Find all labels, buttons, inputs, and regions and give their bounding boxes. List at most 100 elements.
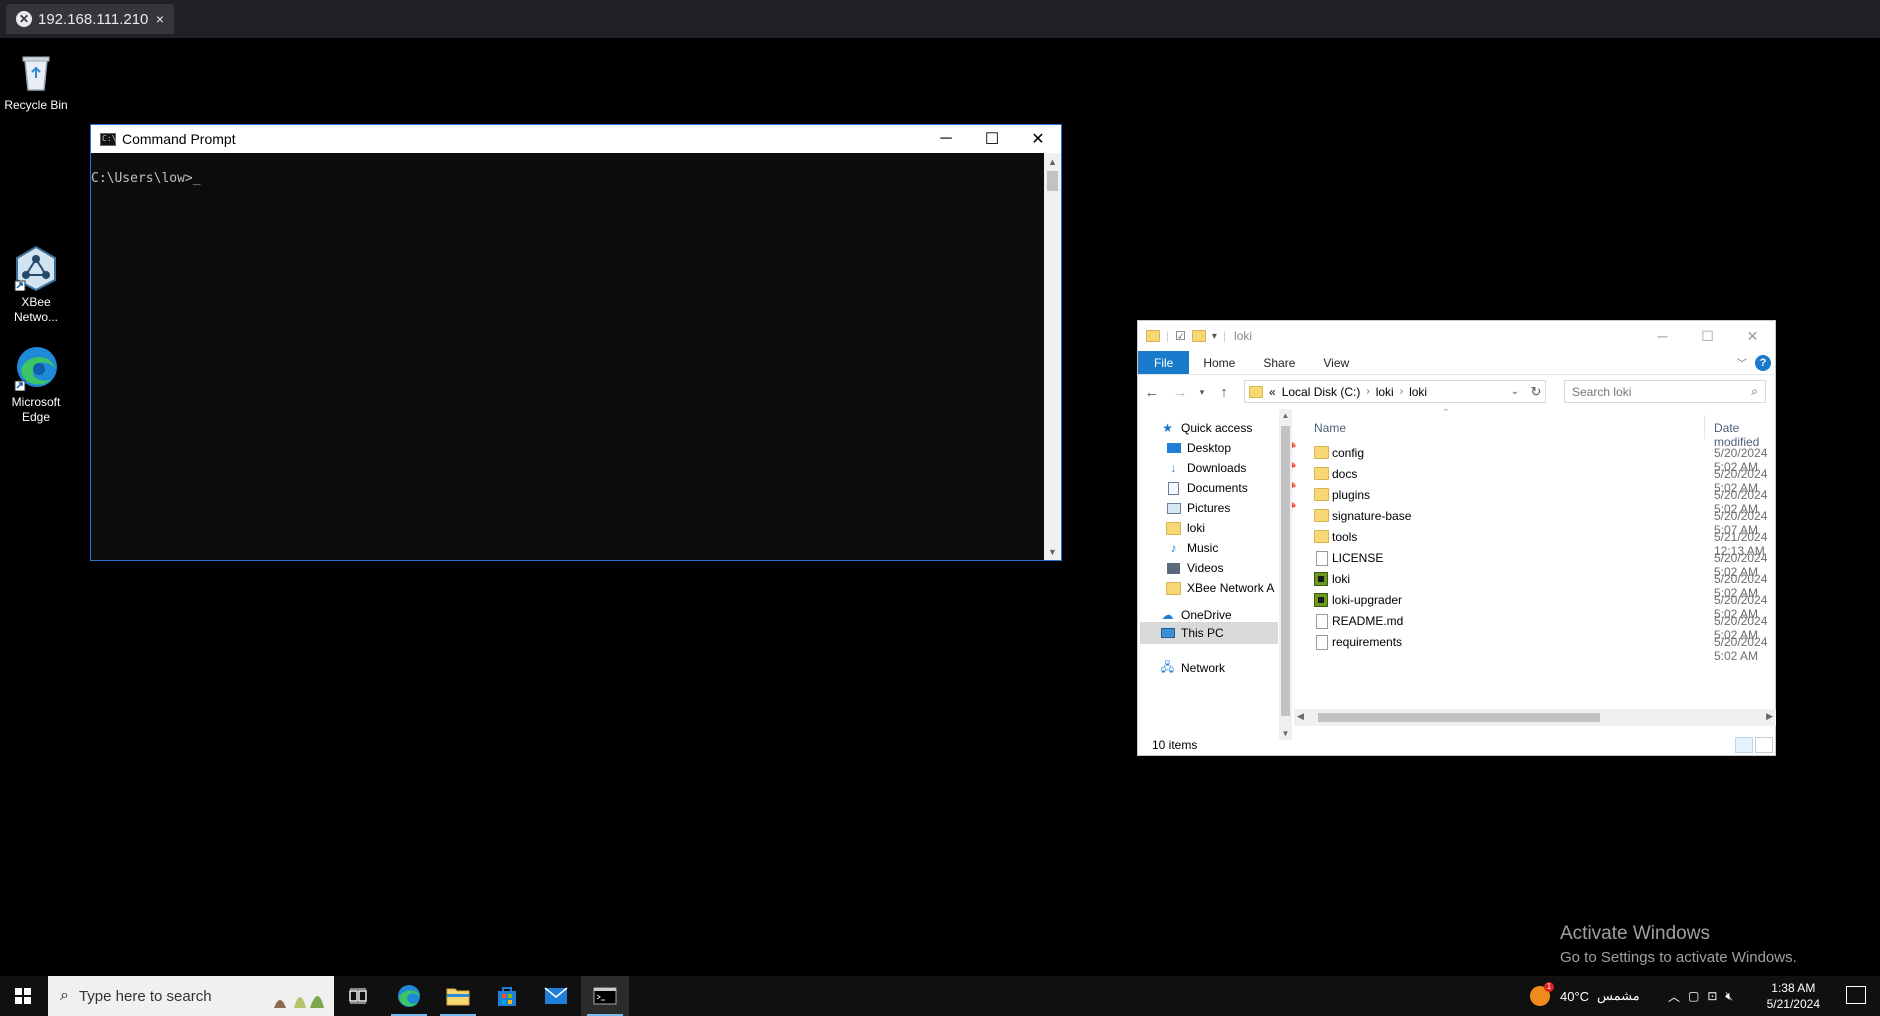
nav-item-xbee[interactable]: XBee Network A bbox=[1166, 578, 1274, 598]
nav-item-pictures[interactable]: Pictures 📌 bbox=[1166, 498, 1296, 518]
scroll-right-icon[interactable]: ▶ bbox=[1766, 711, 1773, 722]
cmd-title-bar[interactable]: C:\ Command Prompt ─ ☐ ✕ bbox=[91, 125, 1061, 153]
taskbar-cmd-button[interactable] bbox=[581, 976, 629, 1016]
documents-icon bbox=[1166, 481, 1181, 495]
breadcrumb-loki-1[interactable]: loki bbox=[1376, 385, 1394, 399]
nav-pane-scrollbar[interactable]: ▲ ▼ bbox=[1279, 409, 1292, 740]
start-button[interactable] bbox=[0, 976, 46, 1016]
large-icons-view-icon[interactable] bbox=[1755, 737, 1773, 753]
folder-icon bbox=[1314, 530, 1329, 543]
scroll-up-icon[interactable]: ▲ bbox=[1044, 153, 1061, 170]
file-row[interactable]: signature-base5/20/2024 5:07 AMFile fold… bbox=[1294, 506, 1776, 537]
nav-item-downloads[interactable]: ↓ Downloads 📌 bbox=[1166, 458, 1297, 478]
forward-icon[interactable]: → bbox=[1166, 384, 1194, 401]
file-name: LICENSE bbox=[1332, 551, 1384, 565]
volume-muted-icon[interactable]: 🔇︎ bbox=[1725, 989, 1733, 1004]
taskbar-file-explorer-button[interactable] bbox=[434, 976, 482, 1016]
help-icon[interactable]: ? bbox=[1755, 355, 1771, 371]
minimize-button[interactable]: ─ bbox=[923, 125, 969, 153]
meet-now-icon[interactable]: ▢ bbox=[1688, 989, 1699, 1003]
tab-home[interactable]: Home bbox=[1189, 351, 1249, 374]
maximize-button[interactable]: ☐ bbox=[969, 125, 1015, 153]
nav-item-quick-access[interactable]: ★ Quick access bbox=[1160, 418, 1252, 438]
up-icon[interactable]: ↑ bbox=[1210, 384, 1238, 401]
nav-item-music[interactable]: ♪ Music bbox=[1166, 538, 1219, 558]
folder-icon bbox=[1166, 581, 1181, 595]
scroll-thumb[interactable] bbox=[1047, 171, 1058, 191]
search-input[interactable]: Search loki ⌕ bbox=[1564, 380, 1766, 403]
weather-widget[interactable]: 1 40°C مشمس bbox=[1530, 976, 1640, 1016]
desktop-icon-recycle-bin[interactable]: Recycle Bin bbox=[0, 48, 72, 113]
expand-ribbon-icon[interactable]: ﹀ bbox=[1737, 355, 1747, 370]
tab-file[interactable]: File bbox=[1138, 351, 1190, 374]
file-row[interactable]: docs5/20/2024 5:02 AMFile folder bbox=[1294, 464, 1776, 495]
close-tab-icon[interactable]: × bbox=[156, 11, 164, 27]
scroll-thumb[interactable] bbox=[1318, 713, 1600, 722]
taskbar: ⌕ Type here to search 1 40°C مشمس ︿ ▢ ⊡ … bbox=[0, 976, 1880, 1016]
file-row[interactable]: requirements5/20/2024 5:02 AMText Docume… bbox=[1294, 632, 1776, 663]
cmd-console[interactable]: C:\Users\low>_ bbox=[91, 153, 1044, 560]
file-icon bbox=[1316, 614, 1328, 629]
taskbar-clock[interactable]: 1:38 AM 5/21/2024 bbox=[1767, 980, 1820, 1012]
cmd-scrollbar[interactable]: ▲ ▼ bbox=[1044, 153, 1061, 560]
show-hidden-icons-chevron-icon[interactable]: ︿ bbox=[1668, 988, 1680, 1005]
scroll-up-icon[interactable]: ▲ bbox=[1279, 411, 1292, 420]
edge-icon bbox=[398, 985, 420, 1007]
file-row[interactable]: plugins5/20/2024 5:02 AMFile folder bbox=[1294, 485, 1776, 516]
command-prompt-icon bbox=[593, 987, 617, 1005]
close-button[interactable]: ✕ bbox=[1015, 125, 1061, 153]
navigation-bar: ← → ▾ ↑ « Local Disk (C:) › loki › loki … bbox=[1138, 375, 1775, 409]
taskbar-search-box[interactable]: ⌕ Type here to search bbox=[48, 976, 334, 1016]
tab-view[interactable]: View bbox=[1309, 351, 1363, 374]
breadcrumb-local-disk[interactable]: Local Disk (C:) bbox=[1282, 385, 1361, 399]
session-tab[interactable]: ✕ 192.168.111.210 × bbox=[6, 4, 174, 34]
notification-center-icon[interactable] bbox=[1846, 986, 1866, 1004]
taskbar-mail-button[interactable] bbox=[532, 976, 580, 1016]
command-prompt-window[interactable]: C:\ Command Prompt ─ ☐ ✕ C:\Users\low>_ … bbox=[90, 124, 1062, 561]
nav-item-desktop[interactable]: Desktop 📌 bbox=[1166, 438, 1296, 458]
file-row[interactable]: loki5/20/2024 5:02 AMApplication bbox=[1294, 569, 1776, 600]
minimize-button[interactable]: ─ bbox=[1640, 321, 1685, 351]
maximize-button[interactable]: ☐ bbox=[1685, 321, 1730, 351]
download-icon: ↓ bbox=[1170, 461, 1177, 475]
scroll-thumb[interactable] bbox=[1281, 426, 1290, 716]
navigation-pane: ★ Quick access Desktop 📌 ↓ Downloads 📌 D… bbox=[1138, 409, 1297, 740]
customize-icon[interactable]: ▾ bbox=[1212, 331, 1217, 342]
explorer-title-bar[interactable]: | ☑ ▾ | loki ─ ☐ ✕ bbox=[1138, 321, 1775, 351]
nav-item-loki[interactable]: loki bbox=[1166, 518, 1205, 538]
scroll-left-icon[interactable]: ◀ bbox=[1297, 711, 1304, 722]
tab-share[interactable]: Share bbox=[1249, 351, 1309, 374]
file-name: plugins bbox=[1332, 488, 1371, 502]
nav-item-documents[interactable]: Documents 📌 bbox=[1166, 478, 1296, 498]
session-icon: ✕ bbox=[16, 11, 32, 27]
desktop-icon-xbee[interactable]: XBee Netwo... bbox=[0, 245, 72, 325]
file-row[interactable]: loki-upgrader5/20/2024 5:02 AMApplicatio… bbox=[1294, 590, 1776, 621]
task-view-button[interactable] bbox=[334, 976, 382, 1016]
recent-locations-icon[interactable]: ▾ bbox=[1194, 387, 1210, 398]
file-row[interactable]: config5/20/2024 5:02 AMFile folder bbox=[1294, 443, 1776, 474]
file-row[interactable]: tools5/21/2024 12:13 AMFile folder bbox=[1294, 527, 1776, 558]
column-header-name[interactable]: Name bbox=[1314, 421, 1346, 435]
file-list-horizontal-scrollbar[interactable]: ◀ ▶ bbox=[1294, 709, 1776, 726]
address-bar[interactable]: « Local Disk (C:) › loki › loki ⌄ bbox=[1244, 380, 1546, 403]
network-status-icon[interactable]: ⊡ bbox=[1707, 989, 1717, 1003]
file-explorer-window[interactable]: | ☑ ▾ | loki ─ ☐ ✕ File Home Share View … bbox=[1137, 320, 1776, 756]
desktop-icon-edge[interactable]: Microsoft Edge bbox=[0, 345, 72, 425]
file-row[interactable]: README.md5/20/2024 5:02 AMMD File bbox=[1294, 611, 1776, 642]
close-button[interactable]: ✕ bbox=[1730, 321, 1775, 351]
nav-item-videos[interactable]: Videos bbox=[1166, 558, 1223, 578]
properties-icon[interactable]: ☑ bbox=[1175, 329, 1186, 343]
new-folder-icon[interactable] bbox=[1191, 330, 1206, 342]
back-icon[interactable]: ← bbox=[1138, 384, 1166, 401]
refresh-icon[interactable]: ↻ bbox=[1526, 380, 1546, 403]
chevron-down-icon[interactable]: ⌄ bbox=[1511, 386, 1519, 397]
details-view-icon[interactable] bbox=[1735, 737, 1753, 753]
taskbar-edge-button[interactable] bbox=[385, 976, 433, 1016]
edge-icon bbox=[13, 345, 59, 392]
file-row[interactable]: LICENSE5/20/2024 5:02 AMFile bbox=[1294, 548, 1776, 579]
scroll-down-icon[interactable]: ▼ bbox=[1044, 543, 1061, 560]
breadcrumb-loki-2[interactable]: loki bbox=[1409, 385, 1427, 399]
taskbar-store-button[interactable] bbox=[483, 976, 531, 1016]
nav-item-this-pc[interactable]: This PC bbox=[1140, 622, 1278, 644]
nav-item-network[interactable]: 🖧 Network bbox=[1160, 658, 1225, 678]
